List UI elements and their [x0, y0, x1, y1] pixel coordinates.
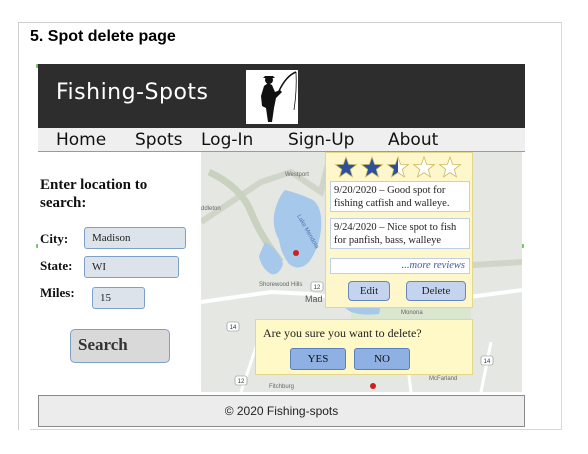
map-label-middleton: ddleton [201, 206, 221, 212]
page-border-bottom [30, 429, 562, 430]
map-view[interactable]: 14 12 12 14 18 Westport ddleton Shorewoo… [201, 152, 522, 392]
site-footer: © 2020 Fishing-spots [38, 395, 525, 427]
map-label-madison: Mad [305, 294, 323, 304]
map-label-monona: Monona [401, 310, 423, 316]
nav-spots[interactable]: Spots [135, 128, 183, 152]
site-header: Fishing-Spots [38, 64, 525, 128]
map-label-fitchburg: Fitchburg [269, 384, 294, 390]
search-panel-title: Enter location to search: [40, 177, 148, 211]
rating-star-icon [334, 156, 358, 178]
highway-badge: 14 [226, 321, 240, 332]
svg-text:14: 14 [230, 325, 237, 331]
rating-star-icon [438, 156, 462, 178]
delete-confirm-dialog: Are you sure you want to delete? YES NO [255, 319, 473, 375]
map-label-westport: Westport [285, 172, 309, 178]
spot-info-card: 9/20/2020 – Good spot for fishing catfis… [325, 152, 473, 308]
svg-text:14: 14 [484, 359, 491, 365]
delete-button[interactable]: Delete [406, 281, 466, 301]
rating-star-icon [360, 156, 384, 178]
city-label: City: [40, 231, 69, 246]
confirm-question: Are you sure you want to delete? [263, 326, 422, 340]
more-reviews-link[interactable]: ...more reviews [330, 258, 470, 274]
review-item: 9/20/2020 – Good spot for fishing catfis… [330, 181, 470, 212]
svg-text:12: 12 [238, 379, 245, 385]
highway-badge: 12 [310, 281, 324, 292]
search-button[interactable]: Search [70, 329, 170, 363]
highway-badge: 14 [480, 355, 494, 366]
city-input[interactable]: Madison [84, 227, 186, 249]
nav-about[interactable]: About [388, 128, 438, 152]
edit-button[interactable]: Edit [348, 281, 390, 301]
website-mockup: Fishing-Spots Home Spots Log-In Sign-Up … [38, 64, 525, 428]
search-panel: Enter location to search: City: Madison … [38, 152, 201, 392]
nav-signup[interactable]: Sign-Up [288, 128, 354, 152]
nav-home[interactable]: Home [56, 128, 106, 152]
map-marker[interactable] [293, 250, 299, 256]
section-heading: 5. Spot delete page [30, 28, 176, 45]
miles-input[interactable]: 15 [92, 287, 145, 309]
svg-text:12: 12 [314, 285, 321, 291]
main-navigation: Home Spots Log-In Sign-Up About [38, 128, 525, 152]
star-rating [334, 156, 462, 178]
rating-star-icon [386, 156, 410, 178]
map-label-mcfarland: McFarland [429, 376, 457, 382]
miles-label: Miles: [40, 285, 75, 300]
fisherman-logo-icon [246, 70, 298, 124]
nav-login[interactable]: Log-In [201, 128, 253, 152]
map-marker[interactable] [370, 383, 376, 389]
review-item: 9/24/2020 – Nice spot to fish for panfis… [330, 218, 470, 249]
rating-star-icon [412, 156, 436, 178]
highway-badge: 12 [234, 375, 248, 386]
page-border-right [561, 22, 562, 430]
yes-button[interactable]: YES [290, 348, 346, 370]
site-brand[interactable]: Fishing-Spots [56, 80, 209, 105]
state-label: State: [40, 258, 73, 273]
state-input[interactable]: WI [84, 256, 179, 278]
no-button[interactable]: NO [354, 348, 410, 370]
map-label-shorewood: Shorewood Hills [259, 282, 302, 288]
